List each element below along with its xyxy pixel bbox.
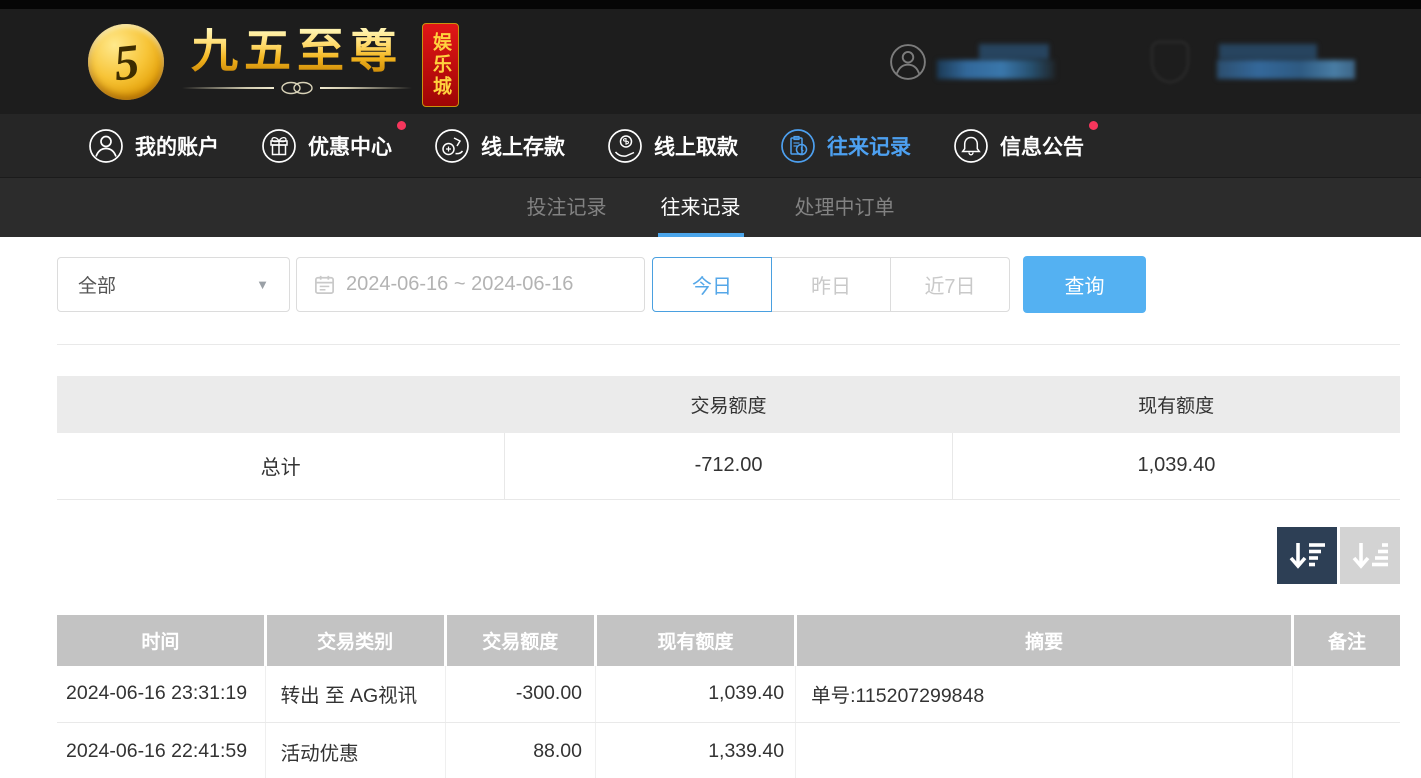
user-icon — [88, 128, 124, 164]
cell-time: 2024-06-16 22:41:59 — [57, 723, 265, 778]
notification-dot — [397, 121, 406, 130]
search-button[interactable]: 查询 — [1023, 256, 1146, 313]
nav-label: 线上取款 — [654, 131, 738, 161]
nav-label: 往来记录 — [827, 131, 911, 161]
summary-current-balance-value: 1,039.40 — [952, 433, 1400, 499]
redacted-balance — [1217, 44, 1355, 79]
page-top-strip — [0, 0, 1421, 9]
sort-amount-desc-icon — [1287, 535, 1327, 575]
summary-table: 交易额度 现有额度 总计 -712.00 1,039.40 — [57, 376, 1400, 500]
records-icon — [780, 128, 816, 164]
col-header-balance: 现有额度 — [596, 615, 796, 666]
date-range-value: 2024-06-16 ~ 2024-06-16 — [346, 273, 573, 296]
brand-flourish-ornament — [182, 81, 412, 95]
bell-icon — [953, 128, 989, 164]
col-header-type: 交易类别 — [265, 615, 445, 666]
cell-time: 2024-06-16 23:31:19 — [57, 666, 265, 723]
brand-name: 九五至尊 — [191, 28, 403, 77]
col-header-remark: 备注 — [1293, 615, 1400, 666]
site-header: 5 九五至尊 娱乐城 — [0, 9, 1421, 114]
records-header-row: 时间 交易类别 交易额度 现有额度 摘要 备注 — [57, 615, 1400, 666]
brand-badge: 娱乐城 — [422, 23, 459, 107]
withdraw-icon — [607, 128, 643, 164]
nav-label: 优惠中心 — [308, 131, 392, 161]
infinity-ornament-icon — [280, 81, 314, 95]
gift-icon — [261, 128, 297, 164]
col-header-time: 时间 — [57, 615, 265, 666]
tab-betting-records[interactable]: 投注记录 — [524, 178, 610, 237]
notification-dot — [1089, 121, 1098, 130]
date-range-input[interactable]: 2024-06-16 ~ 2024-06-16 — [296, 257, 645, 312]
brand-monogram: 5 — [111, 35, 141, 87]
filter-row: 全部 ▼ 2024-06-16 ~ 2024-06-16 今日 昨日 近7日 查… — [57, 256, 1400, 313]
nav-item-my-account[interactable]: 我的账户 — [88, 128, 219, 164]
cell-amount: -300.00 — [445, 666, 595, 723]
brand-logo[interactable]: 5 九五至尊 娱乐城 — [88, 17, 459, 107]
summary-total-label: 总计 — [57, 433, 505, 499]
section-divider — [57, 344, 1400, 345]
sort-controls — [57, 527, 1400, 584]
calendar-icon — [313, 273, 336, 296]
nav-item-transaction-records[interactable]: 往来记录 — [780, 128, 911, 164]
nav-label: 线上存款 — [481, 131, 565, 161]
cell-remark — [1293, 723, 1400, 778]
quick-range-today-button[interactable]: 今日 — [652, 257, 772, 312]
col-header-summary: 摘要 — [796, 615, 1293, 666]
cell-summary: 单号:115207299848 — [796, 666, 1293, 723]
nav-item-deposit[interactable]: 线上存款 — [434, 128, 565, 164]
cell-amount: 88.00 — [445, 723, 595, 778]
table-row: 2024-06-16 23:31:19 转出 至 AG视讯 -300.00 1,… — [57, 666, 1400, 723]
nav-item-promotions[interactable]: 优惠中心 — [261, 128, 392, 164]
quick-range-yesterday-button[interactable]: 昨日 — [771, 257, 891, 312]
quick-range-last7days-button[interactable]: 近7日 — [890, 257, 1010, 312]
sort-amount-asc-icon — [1350, 535, 1390, 575]
cell-summary — [796, 723, 1293, 778]
nav-item-announcements[interactable]: 信息公告 — [953, 128, 1084, 164]
deposit-icon — [434, 128, 470, 164]
cell-type: 活动优惠 — [265, 723, 445, 778]
summary-header-row: 交易额度 现有额度 — [57, 376, 1400, 433]
col-header-amount: 交易额度 — [445, 615, 595, 666]
summary-header-transaction-amount: 交易额度 — [505, 376, 953, 433]
cell-remark — [1293, 666, 1400, 723]
sort-descending-button[interactable] — [1277, 527, 1337, 584]
nav-label: 信息公告 — [1000, 131, 1084, 161]
records-table: 时间 交易类别 交易额度 现有额度 摘要 备注 2024-06-16 23:31… — [57, 615, 1400, 778]
cell-type: 转出 至 AG视讯 — [265, 666, 445, 723]
summary-header-empty — [57, 376, 505, 433]
tab-processing-orders[interactable]: 处理中订单 — [792, 178, 898, 237]
cell-balance: 1,339.40 — [596, 723, 796, 778]
redacted-badge-icon — [1151, 41, 1189, 83]
brand-coin-icon: 5 — [88, 24, 164, 100]
account-avatar-icon[interactable] — [889, 43, 927, 81]
quick-range-group: 今日 昨日 近7日 — [652, 257, 1010, 312]
user-area — [889, 41, 1355, 83]
redacted-username — [937, 44, 1055, 79]
selected-type-value: 全部 — [78, 271, 116, 298]
tab-transaction-records[interactable]: 往来记录 — [658, 178, 744, 237]
transaction-type-select[interactable]: 全部 ▼ — [57, 257, 290, 312]
nav-item-withdraw[interactable]: 线上取款 — [607, 128, 738, 164]
main-nav: 我的账户 优惠中心 线上存款 线上取款 — [0, 114, 1421, 177]
sort-ascending-button[interactable] — [1340, 527, 1400, 584]
content-area: 全部 ▼ 2024-06-16 ~ 2024-06-16 今日 昨日 近7日 查… — [57, 256, 1400, 778]
cell-balance: 1,039.40 — [596, 666, 796, 723]
nav-label: 我的账户 — [135, 131, 219, 161]
summary-total-row: 总计 -712.00 1,039.40 — [57, 433, 1400, 499]
summary-transaction-amount-value: -712.00 — [505, 433, 953, 499]
summary-header-current-balance: 现有额度 — [952, 376, 1400, 433]
table-row: 2024-06-16 22:41:59 活动优惠 88.00 1,339.40 — [57, 723, 1400, 778]
records-tab-bar: 投注记录 往来记录 处理中订单 — [0, 177, 1421, 237]
chevron-down-icon: ▼ — [256, 277, 269, 292]
